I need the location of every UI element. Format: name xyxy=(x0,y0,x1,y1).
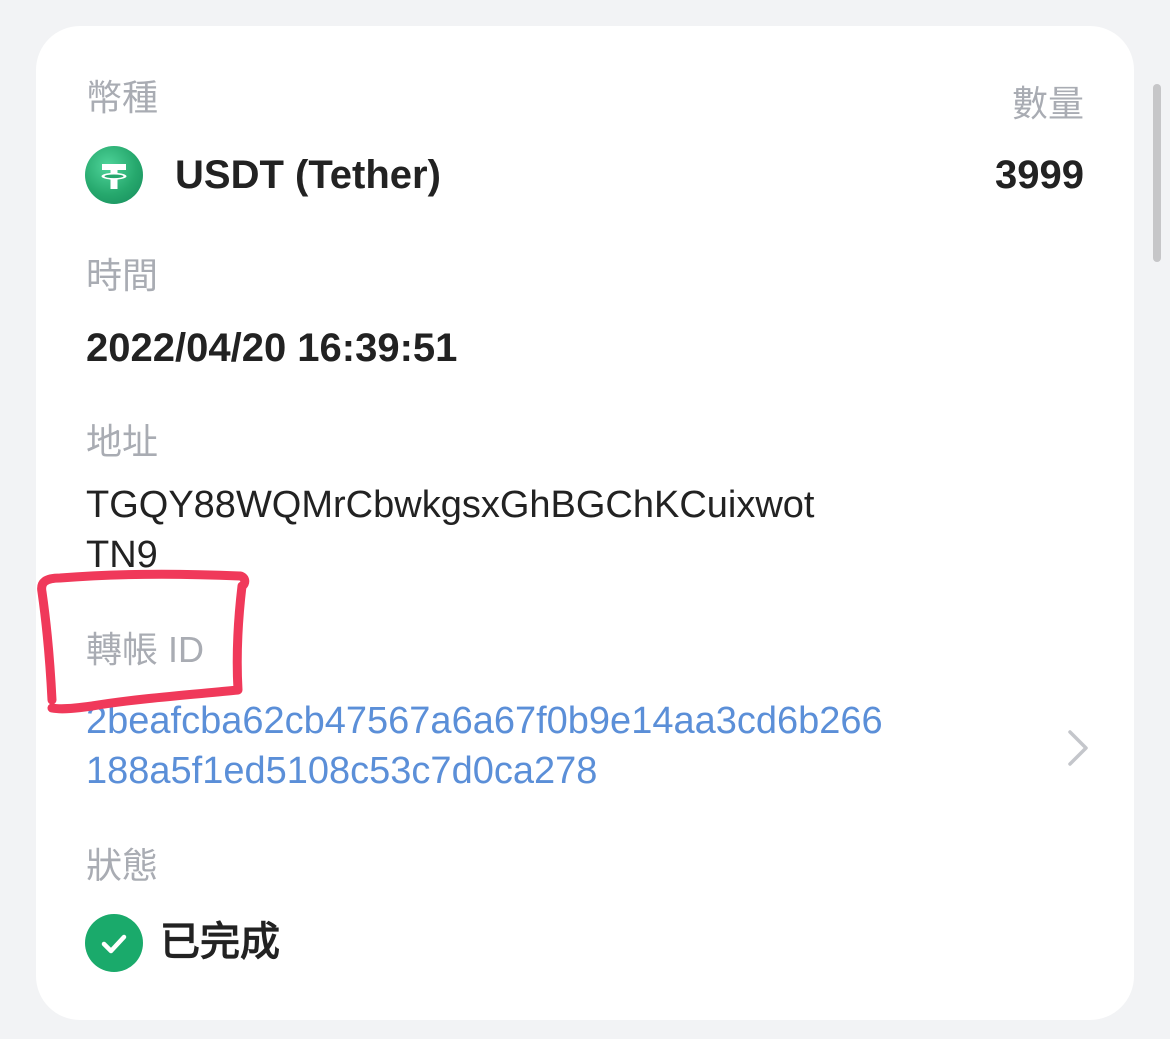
status-value: 已完成 xyxy=(160,920,280,964)
currency-name: USDT (Tether) xyxy=(175,153,441,197)
scrollbar[interactable] xyxy=(1153,84,1161,262)
transfer-id-label: 轉帳 ID xyxy=(86,629,205,670)
amount-value: 3999 xyxy=(995,153,1084,197)
time-value: 2022/04/20 16:39:51 xyxy=(86,326,458,370)
currency-label: 幣種 xyxy=(86,77,159,118)
address-value[interactable]: TGQY88WQMrCbwkgsxGhBGChKCuixwotTN9 xyxy=(86,480,826,580)
time-label: 時間 xyxy=(86,255,159,296)
chevron-right-icon[interactable] xyxy=(1060,726,1096,770)
check-circle-icon xyxy=(85,914,143,972)
transfer-id-link[interactable]: 2beafcba62cb47567a6a67f0b9e14aa3cd6b2661… xyxy=(86,696,886,796)
amount-label: 數量 xyxy=(1011,83,1084,124)
status-label: 狀態 xyxy=(86,845,159,886)
address-label: 地址 xyxy=(86,421,159,462)
tether-icon xyxy=(85,146,143,204)
